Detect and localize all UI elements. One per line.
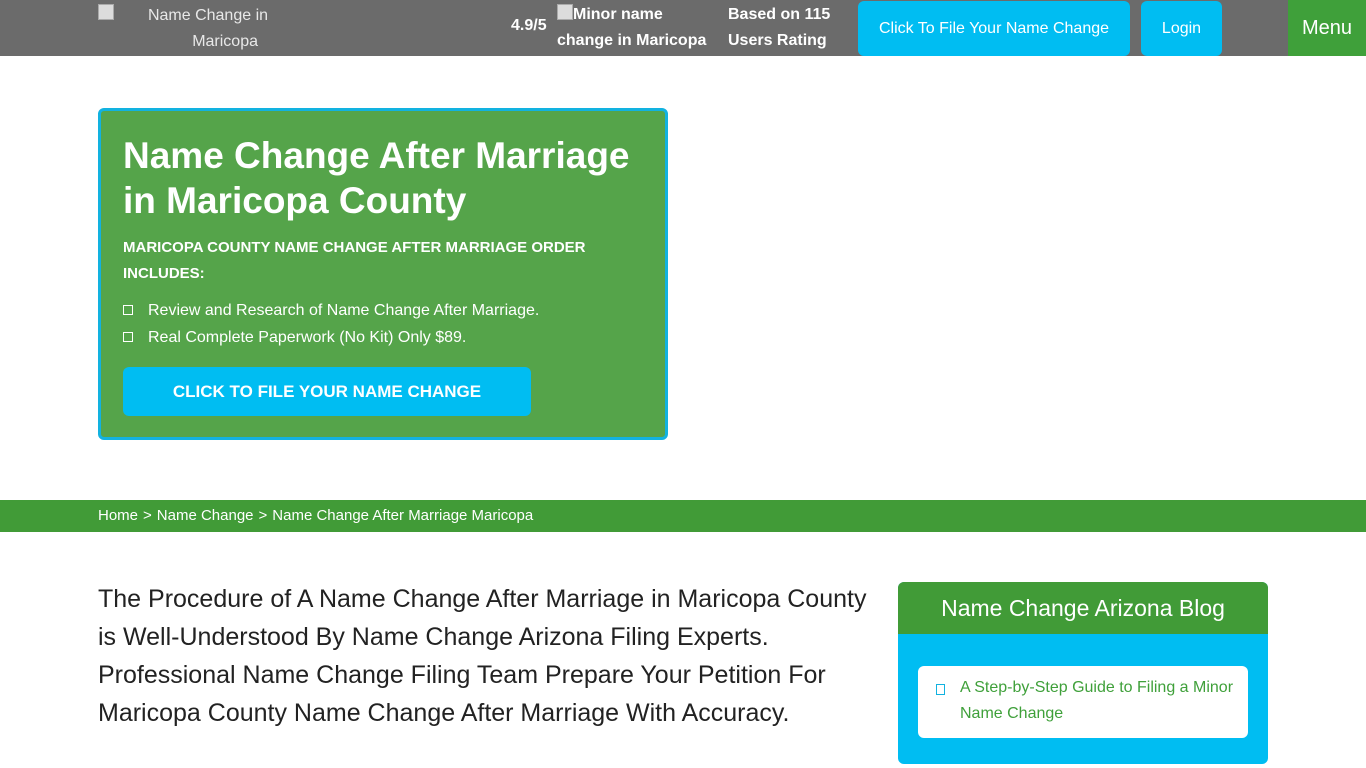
logo-alt-text-line1: Name Change in (147, 7, 269, 24)
logo-alt-text-line2: Maricopa (192, 33, 258, 50)
intro-paragraph: The Procedure of A Name Change After Mar… (98, 585, 867, 727)
hero-card: Name Change After Marriage in Maricopa C… (98, 108, 668, 440)
rating-based-on-text: Based on 115 Users Rating (728, 6, 831, 49)
blog-widget-title: Name Change Arizona Blog (898, 582, 1268, 634)
list-item-text: Real Complete Paperwork (No Kit) Only $8… (148, 329, 467, 346)
blog-post-link[interactable]: A Step-by-Step Guide to Filing a Minor N… (960, 675, 1240, 727)
broken-image-icon (557, 4, 573, 20)
hero-feature-list: Review and Research of Name Change After… (123, 297, 539, 351)
breadcrumb-separator: > (143, 507, 152, 524)
list-item-text: Review and Research of Name Change After… (148, 302, 540, 319)
breadcrumb-name-change-link[interactable]: Name Change (157, 507, 254, 524)
breadcrumb-home-link[interactable]: Home (98, 507, 138, 524)
menu-button[interactable]: Menu (1288, 0, 1366, 56)
breadcrumb-separator: > (258, 507, 268, 524)
list-item: Review and Research of Name Change After… (123, 297, 539, 324)
blog-post-card: A Step-by-Step Guide to Filing a Minor N… (918, 666, 1248, 738)
blog-widget: Name Change Arizona Blog A Step-by-Step … (898, 582, 1268, 764)
site-logo[interactable]: Name Change in Maricopa (98, 2, 278, 54)
broken-image-icon (98, 4, 114, 20)
list-item: Real Complete Paperwork (No Kit) Only $8… (123, 324, 539, 351)
breadcrumb: Home > Name Change > Name Change After Marri… (98, 507, 533, 524)
page-title: Name Change After Marriage in Maricopa C… (123, 135, 630, 221)
checkbox-icon (936, 684, 945, 695)
rating-image-alt-text: Minor name change in Maricopa (557, 6, 707, 49)
file-name-change-button[interactable]: Click To File Your Name Change (858, 1, 1130, 56)
top-nav-bar: Name Change in Maricopa 4.9/5 Minor name… (0, 0, 1366, 56)
breadcrumb-current: Name Change After Marriage Maricopa (272, 507, 534, 524)
hero-file-name-change-button[interactable]: CLICK TO FILE YOUR NAME CHANGE (123, 367, 531, 416)
breadcrumb-bar: Home > Name Change > Name Change After Marri… (0, 500, 1366, 532)
rating-score: 4.9/5 (511, 17, 547, 34)
checkbox-icon (123, 332, 133, 342)
hero-subhead: MARICOPA COUNTY NAME CHANGE AFTER MARRIA… (123, 239, 586, 282)
checkbox-icon (123, 305, 133, 315)
login-button[interactable]: Login (1141, 1, 1222, 56)
rating-image: Minor name change in Maricopa (557, 2, 717, 54)
